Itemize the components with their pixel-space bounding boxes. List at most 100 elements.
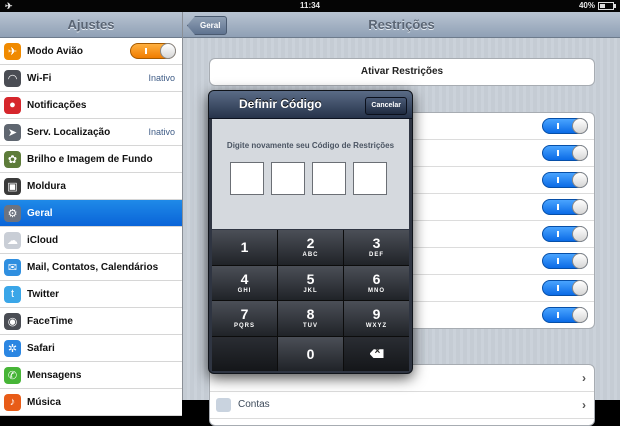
- gear-icon: ⚙: [4, 204, 21, 222]
- frame-icon: ▣: [4, 177, 21, 195]
- accounts-label: Contas: [238, 399, 270, 410]
- key-3[interactable]: 3 DEF: [344, 230, 409, 265]
- restriction-toggle[interactable]: [542, 226, 588, 242]
- sidebar-item-serv-localização[interactable]: ➤ Serv. Localização Inativo: [0, 119, 182, 146]
- sidebar-item-value: Inativo: [148, 127, 175, 137]
- facetime-icon: ◉: [4, 312, 21, 330]
- cancel-button[interactable]: Cancelar: [365, 97, 407, 115]
- restriction-toggle[interactable]: [542, 280, 588, 296]
- restriction-toggle[interactable]: [542, 172, 588, 188]
- settings-sidebar: Ajustes ✈ Modo Avião ◠ Wi-Fi Inativo ● Notific…: [0, 12, 183, 416]
- blank-key: [212, 336, 277, 371]
- key-5[interactable]: 5 JKL: [278, 265, 343, 300]
- sidebar-item-label: Mensagens: [27, 369, 82, 381]
- key-number: 1: [240, 239, 249, 256]
- accounts-icon: [216, 398, 231, 412]
- sidebar-item-label: Música: [27, 396, 61, 408]
- sidebar-item-label: iCloud: [27, 234, 59, 246]
- sidebar-item-safari[interactable]: ✲ Safari: [0, 335, 182, 362]
- modal-body: Digite novamente seu Código de Restriçõe…: [212, 119, 409, 229]
- sidebar-item-value: Inativo: [148, 73, 175, 83]
- passcode-digit-box[interactable]: [353, 162, 387, 195]
- accounts-row[interactable]: Contas ›: [210, 392, 594, 419]
- sidebar-item-label: Safari: [27, 342, 55, 354]
- key-0[interactable]: 0: [278, 336, 343, 371]
- sidebar-item-icloud[interactable]: ☁ iCloud: [0, 227, 182, 254]
- key-9[interactable]: 9 WXYZ: [344, 301, 409, 336]
- detail-header: Restrições Geral: [183, 12, 620, 38]
- sidebar-item-notificações[interactable]: ● Notificações: [0, 92, 182, 119]
- key-letters: PQRS: [233, 323, 255, 330]
- airplane-mode-toggle[interactable]: [130, 43, 176, 59]
- sidebar-item-mensagens[interactable]: ✆ Mensagens: [0, 362, 182, 389]
- restriction-toggle[interactable]: [542, 199, 588, 215]
- cloud-icon: ☁: [4, 231, 21, 249]
- delete-key[interactable]: [344, 336, 409, 371]
- key-6[interactable]: 6 MNO: [344, 265, 409, 300]
- key-letters: MNO: [368, 287, 385, 294]
- key-number: 7: [240, 306, 249, 323]
- passcode-digit-box[interactable]: [271, 162, 305, 195]
- key-letters: DEF: [369, 252, 384, 259]
- chevron-right-icon: ›: [582, 398, 586, 412]
- sidebar-item-música[interactable]: ♪ Música: [0, 389, 182, 416]
- key-letters: JKL: [303, 287, 318, 294]
- activate-restrictions-button[interactable]: Ativar Restrições: [209, 58, 595, 86]
- modal-header: Definir Código Cancelar: [209, 91, 412, 119]
- chevron-right-icon: ›: [582, 371, 586, 385]
- battery-percent: 40%: [578, 1, 595, 10]
- sidebar-item-label: Geral: [27, 207, 53, 219]
- twitter-icon: t: [4, 285, 21, 303]
- sidebar-item-label: FaceTime: [27, 315, 73, 327]
- safari-icon: ✲: [4, 339, 21, 357]
- sidebar-item-label: Wi-Fi: [27, 72, 52, 84]
- key-number: 2: [306, 235, 315, 252]
- sidebar-item-mail-contatos-calendários[interactable]: ✉ Mail, Contatos, Calendários: [0, 254, 182, 281]
- key-number: 4: [240, 270, 249, 287]
- location-icon: ➤: [4, 123, 21, 141]
- key-8[interactable]: 8 TUV: [278, 301, 343, 336]
- sidebar-item-moldura[interactable]: ▣ Moldura: [0, 173, 182, 200]
- key-letters: ABC: [302, 252, 319, 259]
- sidebar-item-modo-avião[interactable]: ✈ Modo Avião: [0, 38, 182, 65]
- passcode-digit-box[interactable]: [312, 162, 346, 195]
- key-letters: GHI: [237, 287, 252, 294]
- restriction-toggle[interactable]: [542, 145, 588, 161]
- airplane-icon: ✈: [4, 42, 21, 60]
- backspace-icon: [369, 349, 384, 359]
- messages-icon: ✆: [4, 366, 21, 384]
- back-button[interactable]: Geral: [187, 16, 228, 35]
- sidebar-title: Ajustes: [0, 12, 182, 38]
- key-7[interactable]: 7 PQRS: [212, 301, 277, 336]
- restriction-toggle[interactable]: [542, 118, 588, 134]
- page-title: Restrições: [368, 17, 435, 32]
- key-1[interactable]: 1: [212, 230, 277, 265]
- modal-title: Definir Código: [239, 97, 322, 111]
- sidebar-item-brilho-e-imagem-de-fundo[interactable]: ✿ Brilho e Imagem de Fundo: [0, 146, 182, 173]
- key-number: 6: [372, 270, 381, 287]
- key-4[interactable]: 4 GHI: [212, 265, 277, 300]
- passcode-digit-box[interactable]: [230, 162, 264, 195]
- sidebar-item-wi-fi[interactable]: ◠ Wi-Fi Inativo: [0, 65, 182, 92]
- brightness-icon: ✿: [4, 150, 21, 168]
- key-letters: WXYZ: [365, 323, 388, 330]
- key-2[interactable]: 2 ABC: [278, 230, 343, 265]
- numeric-keypad: 1 2 ABC 3 DEF 4 GHI 5 JKL 6 MNO 7 PQRS 8 TUV 9 WXYZ 0: [212, 230, 409, 371]
- music-icon: ♪: [4, 393, 21, 411]
- key-number: 8: [306, 306, 315, 323]
- restriction-toggle[interactable]: [542, 253, 588, 269]
- passcode-modal: Definir Código Cancelar Digite novamente…: [208, 90, 413, 374]
- key-number: 0: [306, 345, 315, 362]
- status-right: 40%: [578, 0, 616, 12]
- sidebar-item-twitter[interactable]: t Twitter: [0, 281, 182, 308]
- key-number: 3: [372, 235, 381, 252]
- sidebar-item-geral[interactable]: ⚙ Geral: [0, 200, 182, 227]
- restriction-toggle[interactable]: [542, 307, 588, 323]
- sidebar-item-label: Twitter: [27, 288, 60, 300]
- sidebar-list: ✈ Modo Avião ◠ Wi-Fi Inativo ● Notificações ➤ Se…: [0, 38, 182, 416]
- sidebar-item-facetime[interactable]: ◉ FaceTime: [0, 308, 182, 335]
- status-time: 11:34: [299, 1, 321, 10]
- sidebar-item-label: Notificações: [27, 99, 87, 111]
- battery-icon: [598, 2, 616, 10]
- status-bar: ✈ 11:34 40%: [0, 0, 620, 12]
